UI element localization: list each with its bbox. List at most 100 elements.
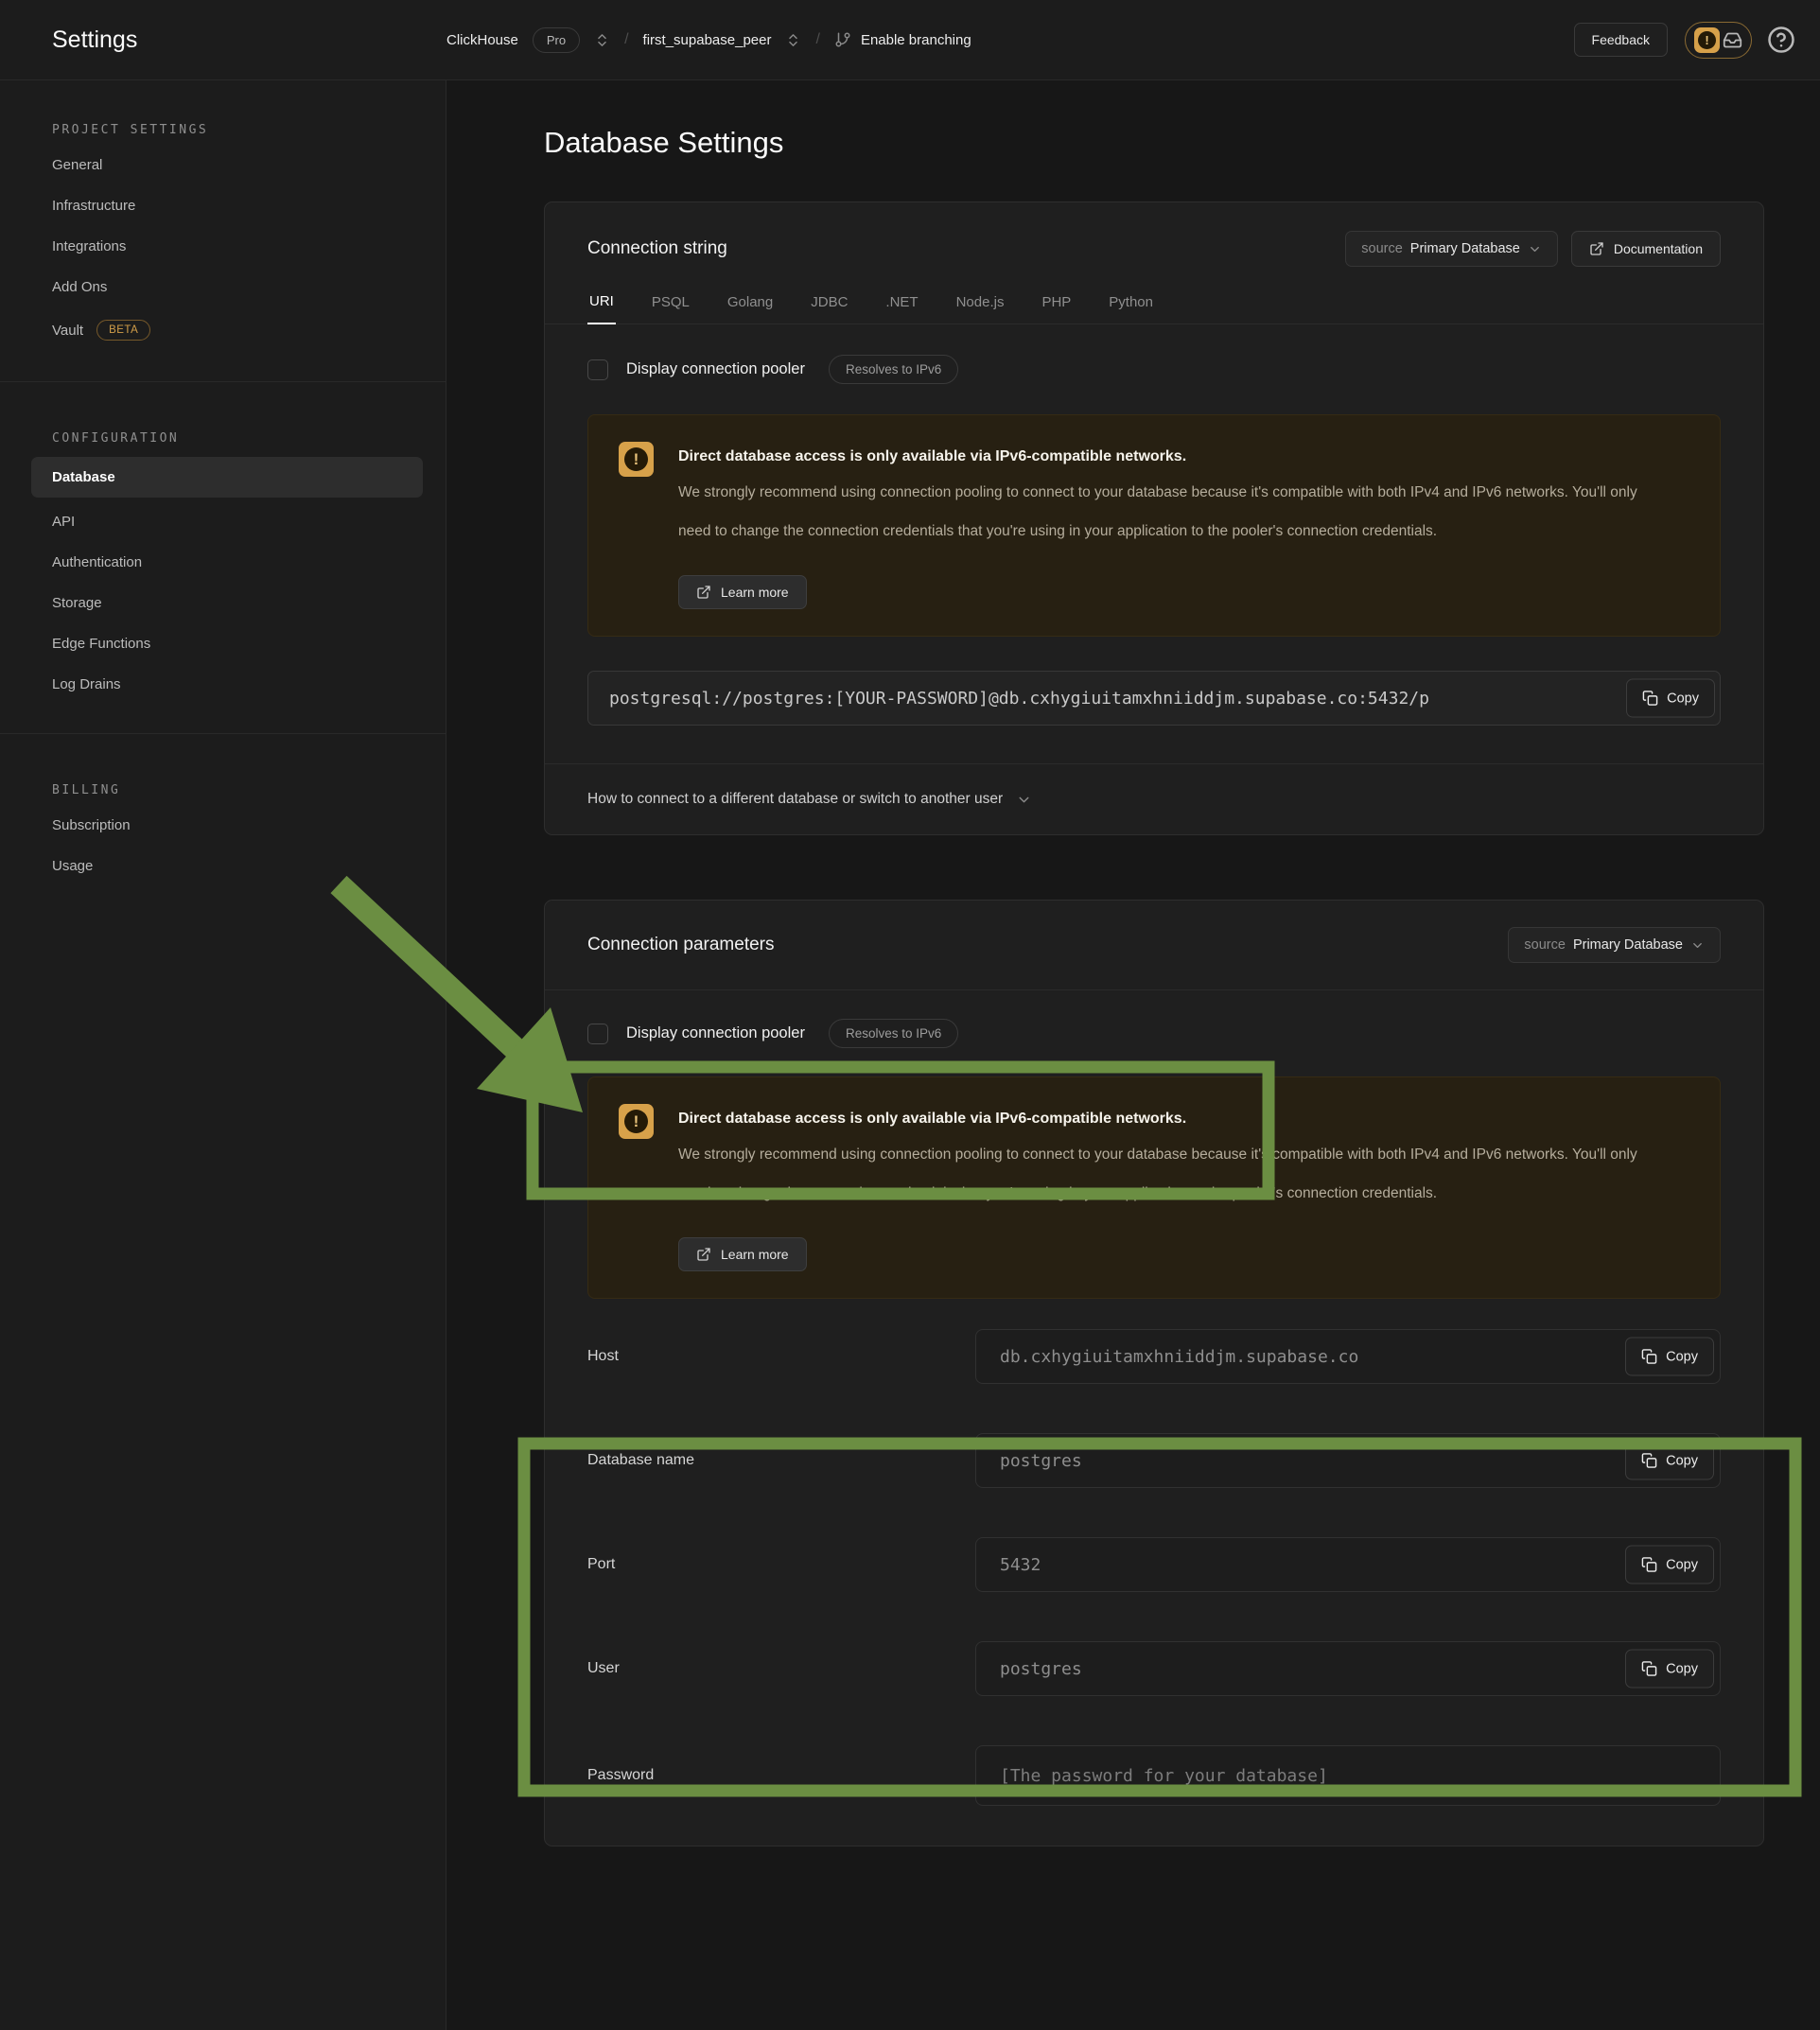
- sidebar-item-authentication[interactable]: Authentication: [0, 542, 446, 583]
- sidebar-item-subscription[interactable]: Subscription: [0, 805, 446, 846]
- password-row: Password [The password for your database…: [587, 1745, 1721, 1806]
- pooler-label: Display connection pooler: [626, 1024, 805, 1042]
- sidebar-item-label: API: [52, 514, 75, 530]
- git-branch-icon: [834, 31, 851, 48]
- copy-label: Copy: [1666, 1349, 1698, 1364]
- tab-dotnet[interactable]: .NET: [884, 293, 919, 324]
- resolves-to-ipv6-badge: Resolves to IPv6: [829, 1019, 958, 1048]
- exclamation-icon: !: [1698, 31, 1716, 49]
- field-value: postgres: [1000, 1451, 1082, 1471]
- enable-branching-button[interactable]: Enable branching: [834, 31, 971, 48]
- host-field[interactable]: db.cxhygiuitamxhniiddjm.supabase.co Copy: [975, 1329, 1721, 1384]
- card-title: Connection parameters: [587, 935, 775, 955]
- chevron-down-icon: [1528, 242, 1542, 256]
- sidebar-item-label: Authentication: [52, 554, 142, 570]
- sidebar-item-add-ons[interactable]: Add Ons: [0, 267, 446, 307]
- port-field[interactable]: 5432 Copy: [975, 1537, 1721, 1592]
- display-connection-pooler-checkbox[interactable]: [587, 1024, 608, 1044]
- tab-php[interactable]: PHP: [1040, 293, 1073, 324]
- beta-badge: BETA: [96, 320, 150, 341]
- warning-body: We strongly recommend using connection p…: [678, 1135, 1667, 1213]
- user-field[interactable]: postgres Copy: [975, 1641, 1721, 1696]
- sidebar-item-edge-functions[interactable]: Edge Functions: [0, 623, 446, 664]
- display-connection-pooler-checkbox[interactable]: [587, 359, 608, 380]
- source-select[interactable]: source Primary Database: [1345, 231, 1558, 267]
- field-value: db.cxhygiuitamxhniiddjm.supabase.co: [1000, 1347, 1358, 1367]
- copy-port-button[interactable]: Copy: [1625, 1546, 1714, 1584]
- tab-python[interactable]: Python: [1107, 293, 1155, 324]
- connection-string-card: Connection string source Primary Databas…: [544, 201, 1764, 835]
- sidebar-item-api[interactable]: API: [0, 501, 446, 542]
- documentation-button[interactable]: Documentation: [1571, 231, 1721, 267]
- sidebar-item-usage[interactable]: Usage: [0, 846, 446, 886]
- alert-icon: !: [619, 1104, 654, 1139]
- source-select[interactable]: source Primary Database: [1508, 927, 1721, 963]
- copy-icon: [1642, 691, 1658, 707]
- sidebar-section-billing: BILLING: [0, 783, 446, 805]
- feedback-button[interactable]: Feedback: [1574, 23, 1668, 57]
- ipv6-warning-box: ! Direct database access is only availab…: [587, 414, 1721, 637]
- sidebar-item-storage[interactable]: Storage: [0, 583, 446, 623]
- sidebar-item-vault[interactable]: Vault BETA: [0, 307, 446, 353]
- tab-psql[interactable]: PSQL: [650, 293, 691, 324]
- field-label: Port: [587, 1556, 615, 1573]
- field-label: Password: [587, 1767, 654, 1784]
- sidebar-item-integrations[interactable]: Integrations: [0, 226, 446, 267]
- help-button[interactable]: [1767, 26, 1795, 54]
- copy-user-button[interactable]: Copy: [1625, 1650, 1714, 1689]
- inbox-icon: [1723, 30, 1742, 50]
- tab-nodejs[interactable]: Node.js: [954, 293, 1006, 324]
- sidebar-item-label: Infrastructure: [52, 198, 135, 214]
- project-name[interactable]: first_supabase_peer: [643, 32, 772, 48]
- notifications-button[interactable]: !: [1685, 22, 1752, 59]
- tab-golang[interactable]: Golang: [726, 293, 775, 324]
- source-label: source: [1524, 937, 1566, 953]
- connection-string-field[interactable]: postgresql://postgres:[YOUR-PASSWORD]@db…: [587, 671, 1721, 726]
- enable-branching-label: Enable branching: [861, 32, 971, 48]
- sidebar-item-label: Log Drains: [52, 676, 121, 692]
- connection-parameters-card: Connection parameters source Primary Dat…: [544, 900, 1764, 1846]
- help-circle-icon: [1767, 26, 1795, 54]
- user-row: User postgres Copy: [587, 1641, 1721, 1696]
- sidebar-item-label: Subscription: [52, 817, 131, 833]
- chevron-down-icon: [1016, 792, 1032, 808]
- pooler-label: Display connection pooler: [626, 360, 805, 378]
- org-name[interactable]: ClickHouse: [446, 32, 518, 48]
- field-value: [The password for your database]: [1000, 1766, 1328, 1786]
- external-link-icon: [696, 1247, 711, 1262]
- warning-title: Direct database access is only available…: [678, 1104, 1667, 1128]
- warning-title: Direct database access is only available…: [678, 442, 1667, 465]
- external-link-icon: [696, 585, 711, 600]
- copy-database-name-button[interactable]: Copy: [1625, 1442, 1714, 1480]
- field-value: postgres: [1000, 1659, 1082, 1679]
- tab-jdbc[interactable]: JDBC: [809, 293, 849, 324]
- password-field[interactable]: [The password for your database]: [975, 1745, 1721, 1806]
- copy-icon: [1641, 1453, 1657, 1469]
- exclamation-icon: !: [624, 447, 648, 471]
- copy-host-button[interactable]: Copy: [1625, 1338, 1714, 1376]
- sidebar-item-database[interactable]: Database: [31, 457, 423, 498]
- copy-connection-string-button[interactable]: Copy: [1626, 679, 1715, 718]
- chevrons-up-down-icon[interactable]: [785, 32, 801, 48]
- copy-icon: [1641, 1349, 1657, 1365]
- source-label: source: [1361, 241, 1403, 256]
- documentation-label: Documentation: [1614, 241, 1703, 256]
- sidebar-item-log-drains[interactable]: Log Drains: [0, 664, 446, 705]
- chevrons-up-down-icon[interactable]: [594, 32, 610, 48]
- field-value: 5432: [1000, 1555, 1041, 1575]
- main-panel: Database Settings Connection string sour…: [446, 80, 1820, 2030]
- sidebar-item-infrastructure[interactable]: Infrastructure: [0, 185, 446, 226]
- app-title: Settings: [52, 26, 446, 54]
- learn-more-button[interactable]: Learn more: [678, 1237, 807, 1271]
- sidebar-item-label: Edge Functions: [52, 636, 150, 652]
- learn-more-button[interactable]: Learn more: [678, 575, 807, 609]
- copy-label: Copy: [1666, 1453, 1698, 1468]
- connect-help-expander[interactable]: How to connect to a different database o…: [545, 763, 1763, 834]
- database-name-row: Database name postgres Copy: [587, 1433, 1721, 1488]
- field-label: Database name: [587, 1452, 694, 1469]
- tab-uri[interactable]: URI: [587, 293, 616, 324]
- sidebar-item-general[interactable]: General: [0, 145, 446, 185]
- copy-label: Copy: [1666, 1661, 1698, 1676]
- database-name-field[interactable]: postgres Copy: [975, 1433, 1721, 1488]
- copy-label: Copy: [1666, 1557, 1698, 1572]
